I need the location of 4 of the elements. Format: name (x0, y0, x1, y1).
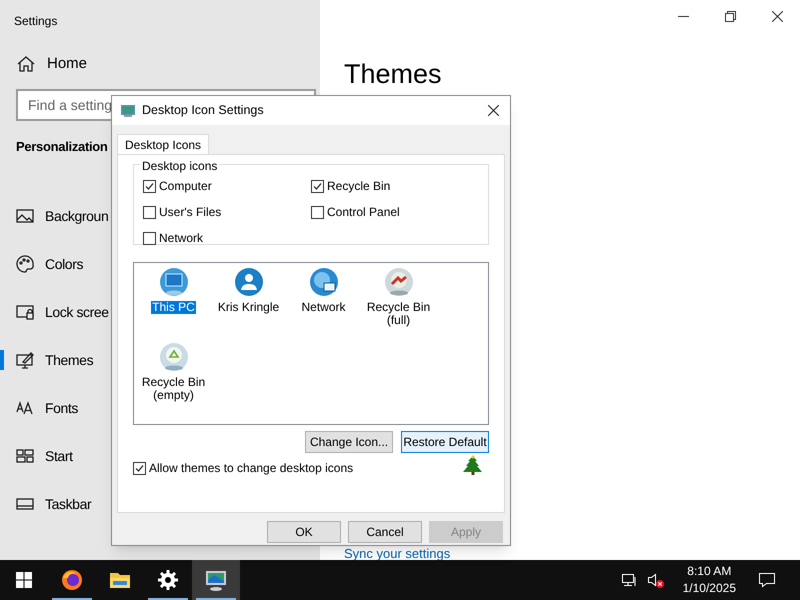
window-title: Settings (14, 14, 58, 28)
page-heading: Themes (344, 59, 442, 89)
section-heading: Personalization (16, 139, 108, 154)
dialog-title: Desktop Icon Settings (142, 102, 264, 120)
